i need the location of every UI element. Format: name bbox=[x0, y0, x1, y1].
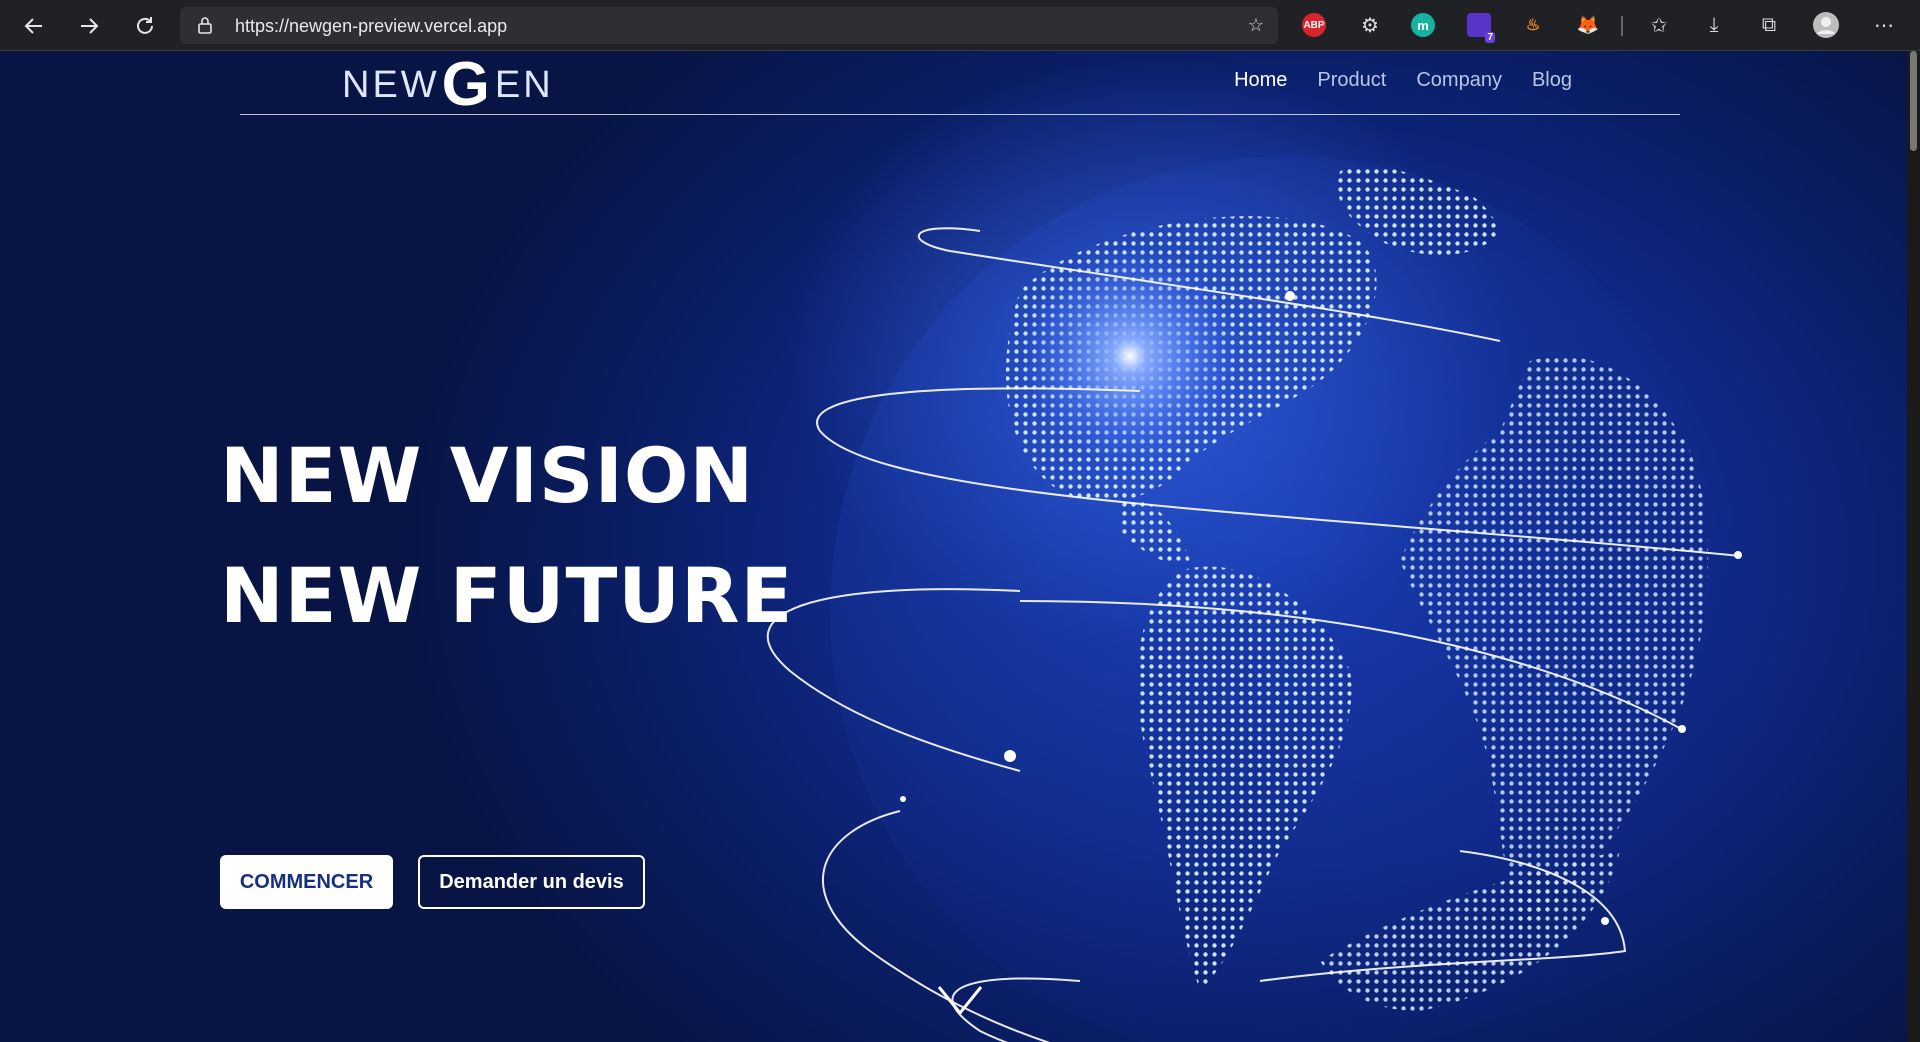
hero-title-line-2: NEW FUTURE bbox=[220, 551, 794, 640]
logo-prefix: NEW bbox=[342, 63, 440, 106]
collections-icon[interactable]: ⧉ bbox=[1755, 11, 1783, 39]
settings-extension-icon[interactable]: ⚙ bbox=[1356, 11, 1384, 39]
adblock-icon[interactable]: ABP bbox=[1302, 13, 1326, 37]
nav-product[interactable]: Product bbox=[1317, 69, 1386, 92]
m-extension-icon[interactable]: m bbox=[1411, 13, 1435, 37]
page-viewport: NEW G EN Home Product Company Blog NEW V… bbox=[0, 51, 1907, 1042]
nav-home[interactable]: Home bbox=[1234, 69, 1287, 92]
more-icon[interactable]: ⋯ bbox=[1870, 11, 1898, 39]
browser-toolbar: https://newgen-preview.vercel.app ☆ ABP … bbox=[0, 0, 1920, 51]
toolbar-divider bbox=[1621, 16, 1623, 36]
url-text[interactable]: https://newgen-preview.vercel.app bbox=[235, 16, 507, 37]
hero-title-line-1: NEW VISION bbox=[220, 431, 755, 520]
logo-g-mark: G bbox=[441, 51, 493, 119]
orange-extension-icon[interactable]: ♨ bbox=[1521, 13, 1545, 37]
back-icon[interactable] bbox=[18, 10, 50, 42]
scrollbar-thumb[interactable] bbox=[1910, 51, 1917, 151]
fox-extension-icon[interactable]: 🦊 bbox=[1576, 13, 1600, 37]
nav-blog[interactable]: Blog bbox=[1532, 69, 1572, 92]
page-scrollbar[interactable] bbox=[1907, 51, 1920, 1042]
main-nav: Home Product Company Blog bbox=[1234, 69, 1572, 92]
download-icon[interactable]: ⤓ bbox=[1700, 11, 1728, 39]
request-quote-button[interactable]: Demander un devis bbox=[418, 855, 645, 909]
commencer-button[interactable]: COMMENCER bbox=[220, 855, 393, 909]
site-logo[interactable]: NEW G EN bbox=[342, 51, 554, 119]
nav-company[interactable]: Company bbox=[1416, 69, 1502, 92]
favorites-icon[interactable]: ✩ bbox=[1645, 11, 1673, 39]
site-header: NEW G EN Home Product Company Blog bbox=[240, 51, 1680, 119]
refresh-icon[interactable] bbox=[129, 10, 161, 42]
globe-illustration bbox=[766, 156, 1742, 1042]
lock-icon[interactable] bbox=[196, 16, 214, 34]
purple-extension-icon[interactable]: 7 bbox=[1467, 13, 1495, 43]
logo-suffix: EN bbox=[494, 63, 554, 106]
add-favorite-icon[interactable]: ☆ bbox=[1244, 13, 1268, 37]
address-bar[interactable]: https://newgen-preview.vercel.app ☆ bbox=[180, 7, 1278, 44]
scroll-down-chevron-icon[interactable] bbox=[937, 985, 983, 1015]
forward-icon[interactable] bbox=[73, 10, 105, 42]
profile-icon[interactable] bbox=[1812, 11, 1840, 39]
